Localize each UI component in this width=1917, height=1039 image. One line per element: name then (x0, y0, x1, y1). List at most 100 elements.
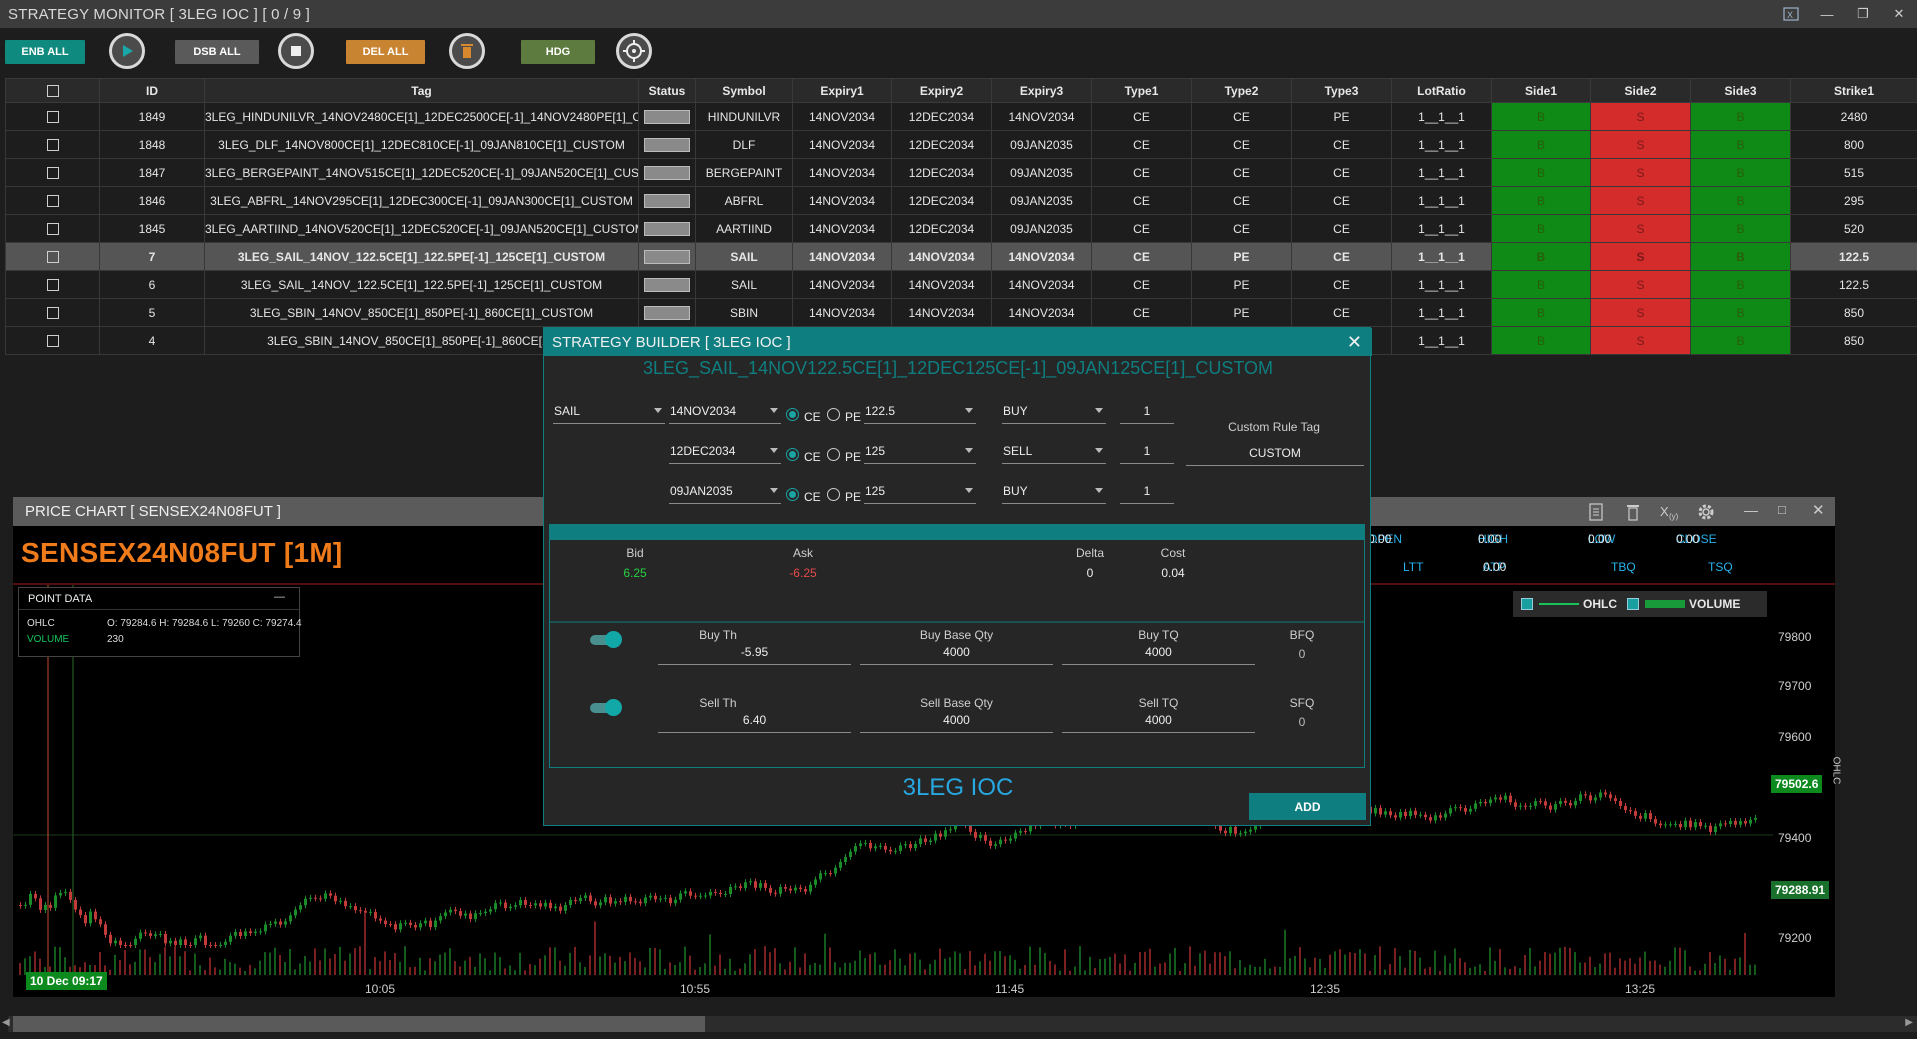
row-checkbox[interactable] (5, 158, 100, 187)
row-checkbox[interactable] (5, 130, 100, 159)
hedge-button[interactable]: HDG (521, 40, 595, 64)
candle-body (409, 922, 412, 925)
candle-body (1589, 795, 1592, 801)
volume-bar (789, 961, 791, 975)
table-row[interactable]: 6 3LEG_SAIL_14NOV_122.5CE[1]_122.5PE[-1]_… (5, 270, 1917, 299)
volume-bar (1414, 950, 1416, 975)
leg2-strike-select[interactable]: 125 (864, 444, 976, 464)
volume-bar (634, 957, 636, 975)
leg1-qty-input[interactable]: 1 (1120, 404, 1174, 424)
enable-all-button[interactable]: ENB ALL (5, 40, 85, 64)
close-icon[interactable]: ✕ (1881, 0, 1917, 28)
document-icon[interactable] (1588, 503, 1604, 521)
play-icon[interactable] (109, 33, 145, 69)
column-header[interactable]: Expiry3 (991, 78, 1092, 103)
delete-icon[interactable] (1625, 503, 1641, 521)
sell-toggle[interactable] (590, 699, 622, 716)
table-row[interactable]: 1848 3LEG_DLF_14NOV800CE[1]_12DEC810CE[-1… (5, 130, 1917, 159)
leg1-ce-radio[interactable] (786, 408, 799, 421)
table-row[interactable]: 7 3LEG_SAIL_14NOV_122.5CE[1]_122.5PE[-1]_… (5, 242, 1917, 271)
leg3-qty-input[interactable]: 1 (1120, 484, 1174, 504)
leg1-strike-select[interactable]: 122.5 (864, 404, 976, 424)
leg3-strike-select[interactable]: 125 (864, 484, 976, 504)
delete-all-button[interactable]: DEL ALL (346, 40, 425, 64)
row-checkbox[interactable] (5, 186, 100, 215)
symbol-select[interactable]: SAIL (553, 404, 665, 424)
column-header[interactable]: Symbol (695, 78, 793, 103)
dialog-title: STRATEGY BUILDER [ 3LEG IOC ] (552, 334, 791, 351)
restore-icon[interactable]: ❐ (1845, 0, 1881, 28)
column-header[interactable]: Type2 (1191, 78, 1292, 103)
table-row[interactable]: 5 3LEG_SBIN_14NOV_850CE[1]_850PE[-1]_860C… (5, 298, 1917, 327)
stop-icon[interactable] (278, 33, 314, 69)
row-checkbox[interactable] (5, 214, 100, 243)
column-header[interactable]: Side2 (1590, 78, 1691, 103)
row-checkbox[interactable] (5, 326, 100, 355)
column-header[interactable]: LotRatio (1391, 78, 1492, 103)
row-checkbox[interactable] (5, 242, 100, 271)
leg3-expiry-select[interactable]: 09JAN2035 (669, 484, 781, 504)
close-icon[interactable]: ✕ (1347, 332, 1362, 353)
sell-th-input[interactable]: 6.40 (658, 713, 851, 733)
leg2-side-select[interactable]: SELL (1002, 444, 1106, 464)
select-all-checkbox[interactable] (5, 78, 100, 103)
column-header[interactable]: Status (638, 78, 696, 103)
row-checkbox[interactable] (5, 298, 100, 327)
table-row[interactable]: 1847 3LEG_BERGEPAINT_14NOV515CE[1]_12DEC5… (5, 158, 1917, 187)
sell-tq-input[interactable]: 4000 (1062, 713, 1255, 733)
buy-base-qty-input[interactable]: 4000 (860, 645, 1053, 665)
excel-export-icon[interactable]: X (1773, 0, 1809, 28)
volume-bar (1294, 955, 1296, 975)
column-header[interactable]: Side3 (1690, 78, 1791, 103)
leg1-pe-radio[interactable] (827, 408, 840, 421)
custom-rule-input[interactable]: CUSTOM (1186, 446, 1364, 466)
column-header[interactable]: Side1 (1491, 78, 1591, 103)
minimize-icon[interactable]: — (1809, 0, 1845, 28)
leg1-side-select[interactable]: BUY (1002, 404, 1106, 424)
maximize-icon[interactable]: □ (1778, 502, 1786, 517)
leg3-side-select[interactable]: BUY (1002, 484, 1106, 504)
candle-body (109, 934, 112, 944)
column-header[interactable]: Expiry2 (891, 78, 992, 103)
leg3-pe-radio[interactable] (827, 488, 840, 501)
volume-bar (234, 963, 236, 975)
scrollbar-thumb[interactable] (13, 1016, 705, 1032)
column-header[interactable]: Type3 (1291, 78, 1392, 103)
buy-toggle[interactable] (590, 631, 622, 648)
target-icon[interactable] (616, 33, 652, 69)
scroll-left-icon[interactable]: ◀ (2, 1017, 10, 1028)
column-header[interactable]: ID (99, 78, 205, 103)
leg2-qty-input[interactable]: 1 (1120, 444, 1174, 464)
column-header[interactable]: Expiry1 (792, 78, 892, 103)
settings-icon[interactable] (1696, 502, 1716, 522)
leg2-pe-radio[interactable] (827, 448, 840, 461)
table-row[interactable]: 1846 3LEG_ABFRL_14NOV295CE[1]_12DEC300CE[… (5, 186, 1917, 215)
table-row[interactable]: 1849 3LEG_HINDUNILVR_14NOV2480CE[1]_12DEC… (5, 102, 1917, 131)
row-checkbox[interactable] (5, 270, 100, 299)
scroll-right-icon[interactable]: ▶ (1905, 1017, 1913, 1028)
leg3-ce-radio[interactable] (786, 488, 799, 501)
column-header[interactable]: Strike1 (1790, 78, 1917, 103)
candle-body (1449, 808, 1452, 814)
close-icon[interactable]: ✕ (1812, 501, 1825, 519)
sell-base-qty-input[interactable]: 4000 (860, 713, 1053, 733)
volume-bar (1724, 958, 1726, 975)
leg2-expiry-select[interactable]: 12DEC2034 (669, 444, 781, 464)
buy-th-input[interactable]: -5.95 (658, 645, 851, 665)
minimize-icon[interactable]: — (1744, 502, 1758, 518)
buy-tq-input[interactable]: 4000 (1062, 645, 1255, 665)
collapse-icon[interactable]: — (274, 591, 285, 603)
add-button[interactable]: ADD (1249, 793, 1366, 820)
disable-all-button[interactable]: DSB ALL (175, 40, 259, 64)
table-row[interactable]: 1845 3LEG_AARTIIND_14NOV520CE[1]_12DEC520… (5, 214, 1917, 243)
column-header[interactable]: Type1 (1091, 78, 1192, 103)
column-header[interactable]: Tag (204, 78, 639, 103)
axis-toggle-icon[interactable]: X (y) (1658, 503, 1680, 521)
leg2-ce-radio[interactable] (786, 448, 799, 461)
strategy-tag: 3LEG_SAIL_14NOV122.5CE[1]_12DEC125CE[-1]… (642, 358, 1273, 378)
leg1-expiry-select[interactable]: 14NOV2034 (669, 404, 781, 424)
horizontal-scrollbar[interactable]: ◀ ▶ (2, 1016, 1917, 1032)
candle-body (534, 903, 537, 906)
row-checkbox[interactable] (5, 102, 100, 131)
trash-icon[interactable] (449, 33, 485, 69)
